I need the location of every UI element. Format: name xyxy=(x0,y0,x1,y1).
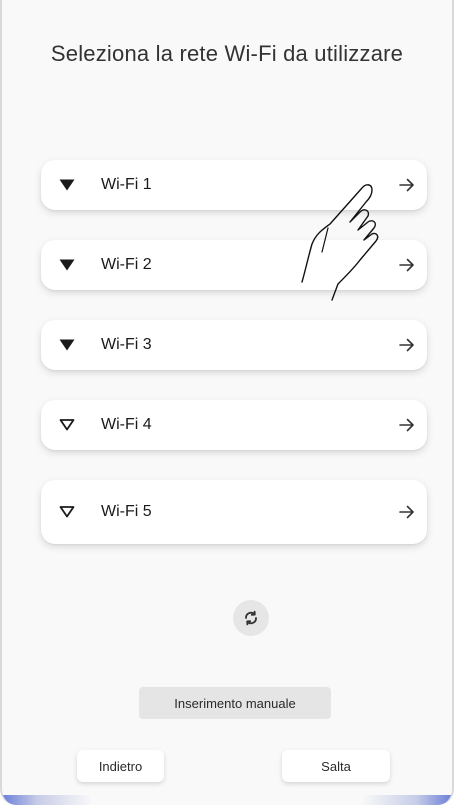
wifi-network-label: Wi-Fi 4 xyxy=(101,416,152,433)
wifi-network-item-3[interactable]: Wi-Fi 3 xyxy=(41,320,427,370)
wifi-outline-icon xyxy=(59,506,75,518)
arrow-right-icon xyxy=(399,338,414,352)
wifi-network-label: Wi-Fi 2 xyxy=(101,256,152,273)
wifi-network-list: Wi-Fi 1 Wi-Fi 2 Wi-Fi 3 Wi-Fi 4 Wi-Fi 5 xyxy=(41,160,427,574)
arrow-right-icon xyxy=(399,178,414,192)
wifi-network-label: Wi-Fi 5 xyxy=(101,503,152,520)
arrow-right-icon xyxy=(399,505,414,519)
back-button[interactable]: Indietro xyxy=(77,750,164,782)
wifi-network-label: Wi-Fi 1 xyxy=(101,176,152,193)
wifi-network-item-1[interactable]: Wi-Fi 1 xyxy=(41,160,427,210)
wifi-network-label: Wi-Fi 3 xyxy=(101,336,152,353)
refresh-icon xyxy=(245,610,257,626)
page-title: Seleziona la rete Wi-Fi da utilizzare xyxy=(50,41,404,66)
refresh-button[interactable] xyxy=(233,600,269,636)
wifi-network-item-5[interactable]: Wi-Fi 5 xyxy=(41,480,427,544)
bottom-accent-bar xyxy=(2,795,452,805)
wifi-filled-icon xyxy=(59,179,75,191)
skip-button[interactable]: Salta xyxy=(282,750,390,782)
arrow-right-icon xyxy=(399,418,414,432)
manual-entry-button[interactable]: Inserimento manuale xyxy=(139,687,331,719)
wifi-filled-icon xyxy=(59,339,75,351)
wifi-network-item-4[interactable]: Wi-Fi 4 xyxy=(41,400,427,450)
wifi-filled-icon xyxy=(59,259,75,271)
arrow-right-icon xyxy=(399,258,414,272)
wifi-selection-screen: Seleziona la rete Wi-Fi da utilizzare Wi… xyxy=(0,0,454,805)
wifi-outline-icon xyxy=(59,419,75,431)
wifi-network-item-2[interactable]: Wi-Fi 2 xyxy=(41,240,427,290)
